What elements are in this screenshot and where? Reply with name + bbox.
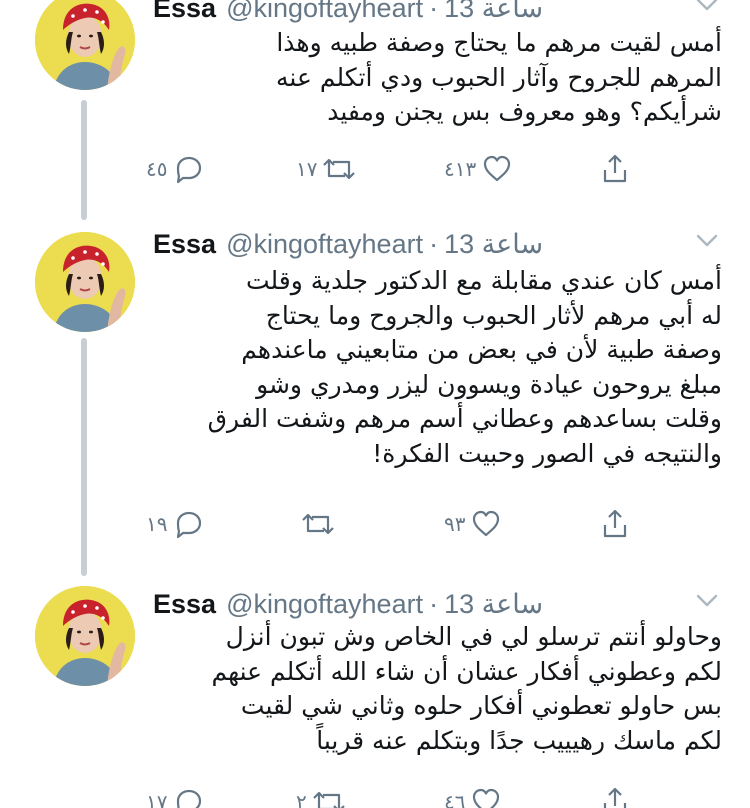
- display-name[interactable]: Essa: [153, 229, 216, 260]
- tweet-text: أمس لقيت مرهم ما يحتاج وصفة طبيه وهذا ال…: [276, 28, 722, 126]
- tweet-text: أمس كان عندي مقابلة مع الدكتور جلدية وقل…: [207, 266, 722, 468]
- retweet-icon: [302, 513, 334, 535]
- avatar[interactable]: [35, 232, 135, 332]
- user-handle[interactable]: @kingoftayheart: [226, 0, 423, 24]
- heart-icon: [473, 510, 500, 537]
- reply-button[interactable]: ١٩: [146, 504, 205, 544]
- retweet-button[interactable]: ٢: [296, 782, 349, 808]
- reply-count: ١٩: [146, 512, 168, 536]
- avatar[interactable]: [35, 0, 135, 90]
- reply-count: ١٧: [146, 790, 168, 808]
- timestamp[interactable]: 13 ساعة: [444, 0, 543, 24]
- heart-icon: [484, 155, 511, 182]
- like-button[interactable]: ٩٣: [444, 504, 503, 544]
- display-name[interactable]: Essa: [153, 0, 216, 24]
- chevron-down-icon[interactable]: [696, 0, 718, 12]
- share-icon: [603, 154, 627, 183]
- share-button[interactable]: [598, 782, 632, 808]
- tweet-actions: ٤٥ ١٧ ٤١٣: [0, 149, 750, 189]
- tweet-actions: ١٩ ٩٣: [0, 504, 750, 544]
- reply-icon: [177, 511, 202, 539]
- reply-icon: [177, 156, 202, 184]
- separator-dot: ·: [429, 588, 439, 619]
- reply-icon: [177, 789, 202, 808]
- timestamp[interactable]: 13 ساعة: [444, 589, 543, 620]
- separator-dot: ·: [429, 0, 439, 23]
- tweet-header: Essa @kingoftayheart · 13 ساعة: [153, 586, 710, 622]
- retweet-button[interactable]: ١٧: [296, 149, 359, 189]
- like-button[interactable]: ٤٦: [444, 782, 503, 808]
- tweet[interactable]: Essa @kingoftayheart · 13 ساعة أمس كان ع…: [0, 226, 750, 566]
- user-handle[interactable]: @kingoftayheart: [226, 229, 423, 260]
- tweet-header: Essa @kingoftayheart · 13 ساعة: [153, 226, 710, 262]
- tweet[interactable]: Essa @kingoftayheart · 13 ساعة أمس لقيت …: [0, 0, 750, 202]
- like-count: ٤٦: [444, 790, 466, 808]
- share-button[interactable]: [598, 504, 632, 544]
- display-name[interactable]: Essa: [153, 589, 216, 620]
- retweet-button[interactable]: [298, 504, 338, 544]
- tweet-actions: ١٧ ٢ ٤٦: [0, 782, 750, 808]
- separator-dot: ·: [429, 228, 439, 259]
- share-button[interactable]: [598, 149, 632, 189]
- retweet-icon: [312, 791, 345, 808]
- like-count: ٩٣: [444, 512, 466, 536]
- timestamp[interactable]: 13 ساعة: [444, 229, 543, 260]
- avatar-image: [35, 232, 135, 332]
- heart-icon: [473, 788, 500, 808]
- retweet-count: ٢: [296, 790, 307, 808]
- chevron-down-icon[interactable]: [696, 234, 718, 248]
- reply-count: ٤٥: [146, 157, 168, 181]
- share-icon: [603, 509, 627, 538]
- tweet-text: وحاولو أنتم ترسلو لي في الخاص وش تبون أن…: [211, 622, 722, 755]
- share-icon: [603, 787, 627, 808]
- like-button[interactable]: ٤١٣: [444, 149, 514, 189]
- reply-button[interactable]: ٤٥: [146, 149, 205, 189]
- avatar-image: [35, 586, 135, 686]
- tweet-header: Essa @kingoftayheart · 13 ساعة: [153, 0, 710, 26]
- avatar[interactable]: [35, 586, 135, 686]
- retweet-icon: [323, 158, 356, 180]
- reply-button[interactable]: ١٧: [146, 782, 205, 808]
- avatar-image: [35, 0, 135, 90]
- chevron-down-icon[interactable]: [696, 594, 718, 608]
- tweet[interactable]: Essa @kingoftayheart · 13 ساعة وحاولو أن…: [0, 586, 750, 808]
- retweet-count: ١٧: [296, 157, 318, 181]
- user-handle[interactable]: @kingoftayheart: [226, 589, 423, 620]
- like-count: ٤١٣: [444, 157, 477, 181]
